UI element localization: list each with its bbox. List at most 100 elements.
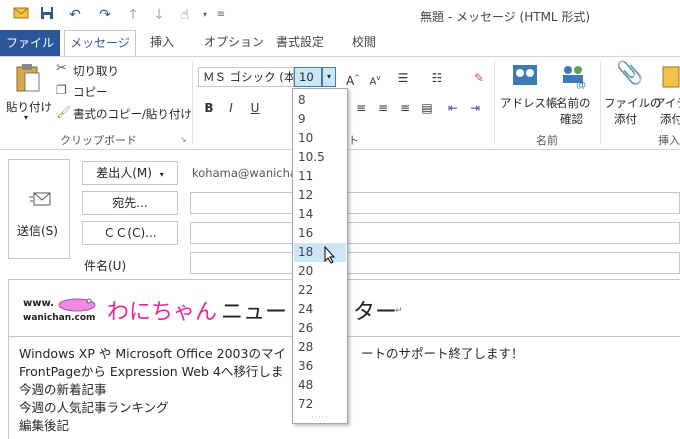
window-title: 無題 - メッセージ (HTML 形式) — [420, 10, 591, 24]
font-size-option[interactable]: 24 — [294, 300, 346, 319]
address-book-label: アドレス帳 — [500, 96, 558, 110]
newsletter-heading-pink: わにちゃん — [107, 300, 218, 325]
group-separator — [494, 61, 495, 145]
bold-button[interactable]: B — [200, 99, 218, 117]
tab-insert[interactable]: 挿入 — [150, 30, 174, 56]
paste-label: 貼り付け — [6, 100, 52, 114]
font-size-box[interactable]: 10 — [294, 67, 322, 87]
cut-button[interactable]: 切り取り — [73, 63, 119, 79]
redo-icon[interactable]: ↷ — [96, 6, 114, 24]
attach-file-button[interactable]: 📎 ファイルの 添付 — [604, 61, 662, 127]
envelope-icon — [12, 6, 30, 24]
tab-options[interactable]: オプション — [204, 30, 264, 56]
from-button[interactable]: 差出人(M) ▾ — [82, 161, 178, 185]
cc-field[interactable] — [190, 222, 680, 244]
increase-indent-icon[interactable]: ⇥ — [466, 99, 484, 117]
resize-grip[interactable]: ····· — [311, 413, 329, 422]
font-size-option[interactable]: 22 — [294, 281, 346, 300]
basic-text-group-label: ト — [348, 134, 359, 147]
align-right-icon[interactable]: ≡ — [396, 99, 414, 117]
font-name-value: ＭＳ ゴシック (本 — [203, 70, 294, 84]
font-name-box[interactable]: ＭＳ ゴシック (本 — [198, 67, 294, 87]
attach-item-button[interactable]: アイテ 添付 — [652, 61, 680, 127]
font-size-option-highlighted[interactable]: 18 — [294, 243, 346, 262]
font-size-option[interactable]: 10 — [294, 129, 346, 148]
font-size-option[interactable]: 14 — [294, 205, 346, 224]
italic-button[interactable]: I — [222, 99, 240, 117]
font-size-option[interactable]: 36 — [294, 357, 346, 376]
font-size-option[interactable]: 11 — [294, 167, 346, 186]
copy-button[interactable]: コピー — [73, 84, 108, 100]
dialog-launcher-icon[interactable]: ↘ — [180, 135, 187, 144]
font-size-option[interactable]: 26 — [294, 319, 346, 338]
names-group-label: 名前 — [536, 134, 558, 147]
from-address: kohama@wanicha — [192, 166, 297, 180]
ribbon-tabs: ファイル メッセージ 挿入 オプション 書式設定 校閲 — [0, 30, 680, 57]
font-size-option[interactable]: 12 — [294, 186, 346, 205]
attach-item-label-2: 添付 — [660, 112, 680, 126]
font-size-option[interactable]: 9 — [294, 110, 346, 129]
to-field[interactable] — [190, 192, 680, 214]
underline-button[interactable]: U — [246, 99, 264, 117]
font-size-option[interactable]: 48 — [294, 376, 346, 395]
to-button[interactable]: 宛先... — [82, 191, 178, 215]
body-line: 編集後記 — [19, 418, 70, 433]
group-separator — [192, 61, 193, 145]
send-label: 送信(S) — [17, 224, 58, 238]
chevron-down-icon: ▾ — [159, 170, 164, 179]
check-names-button[interactable]: @ 名前の 確認 — [554, 61, 596, 127]
body-line-tail: ートのサポート終了します！ — [361, 346, 524, 361]
tab-message[interactable]: メッセージ — [64, 30, 136, 57]
paste-button[interactable]: 貼り付け ▾ — [6, 61, 52, 122]
font-size-dropdown-button[interactable]: ▾ — [322, 67, 336, 87]
save-icon[interactable] — [38, 6, 56, 24]
title-bar: ↶ ↷ ↑ ↓ ☝ ▾ ≡ 無題 - メッセージ (HTML 形式) — [0, 0, 680, 30]
address-book-icon — [512, 63, 538, 90]
svg-text:@: @ — [576, 80, 586, 89]
font-size-option[interactable]: 10.5 — [294, 148, 346, 167]
tab-file[interactable]: ファイル — [0, 30, 60, 56]
shrink-font-icon[interactable]: Av — [366, 69, 384, 87]
cc-button[interactable]: ＣＣ(C)... — [82, 221, 178, 245]
undo-icon[interactable]: ↶ — [66, 6, 84, 24]
check-names-label-1: 名前の — [556, 96, 591, 110]
subject-field[interactable] — [190, 252, 680, 274]
address-book-button[interactable]: アドレス帳 — [500, 61, 558, 127]
newsletter-heading-tail: ター — [353, 300, 398, 325]
font-size-option[interactable]: 16 — [294, 224, 346, 243]
font-size-option[interactable]: 28 — [294, 338, 346, 357]
send-button[interactable]: 送信(S) — [8, 159, 70, 259]
decrease-indent-icon[interactable]: ⇤ — [444, 99, 462, 117]
touch-mode-icon[interactable]: ☝ — [176, 6, 194, 24]
body-line: 今週の新着記事 — [19, 382, 107, 397]
numbering-icon[interactable]: ☷ — [428, 69, 446, 87]
tab-format-text[interactable]: 書式設定 — [276, 30, 324, 56]
align-left-icon[interactable]: ≡ — [352, 99, 370, 117]
font-size-option[interactable]: 72 — [294, 395, 346, 414]
align-center-icon[interactable]: ≡ — [374, 99, 392, 117]
subject-label: 件名(U) — [84, 259, 127, 273]
attach-file-label-2: 添付 — [614, 112, 637, 126]
tab-review[interactable]: 校閲 — [352, 30, 376, 56]
clipboard-icon — [16, 63, 40, 96]
font-size-option[interactable]: 8 — [294, 91, 346, 110]
font-size-value: 10 — [299, 70, 314, 84]
clear-formatting-icon[interactable]: ✎ — [470, 69, 488, 87]
format-painter-button[interactable]: 書式のコピー/貼り付け — [73, 106, 192, 122]
justify-icon[interactable]: ▤ — [418, 99, 436, 117]
customize-qat-icon[interactable]: ≡ — [212, 6, 230, 24]
logo-text-bottom: wanichan.com — [23, 313, 96, 323]
grow-font-icon[interactable]: A^ — [344, 69, 362, 88]
up-arrow-icon[interactable]: ↑ — [124, 6, 142, 24]
scissors-icon: ✂ — [56, 61, 67, 76]
paperclip-icon: 📎 — [616, 61, 644, 86]
font-size-option[interactable]: 20 — [294, 262, 346, 281]
paragraph-mark-icon: ↵ — [395, 306, 403, 316]
down-arrow-icon[interactable]: ↓ — [150, 6, 168, 24]
check-names-label-2: 確認 — [560, 112, 583, 126]
body-line: FrontPageから Expression Web 4へ移行しま — [19, 364, 284, 379]
mouse-cursor-icon — [324, 245, 336, 267]
send-icon — [29, 190, 51, 211]
check-names-icon: @ — [560, 63, 588, 92]
bullets-icon[interactable]: ☰ — [394, 69, 412, 87]
